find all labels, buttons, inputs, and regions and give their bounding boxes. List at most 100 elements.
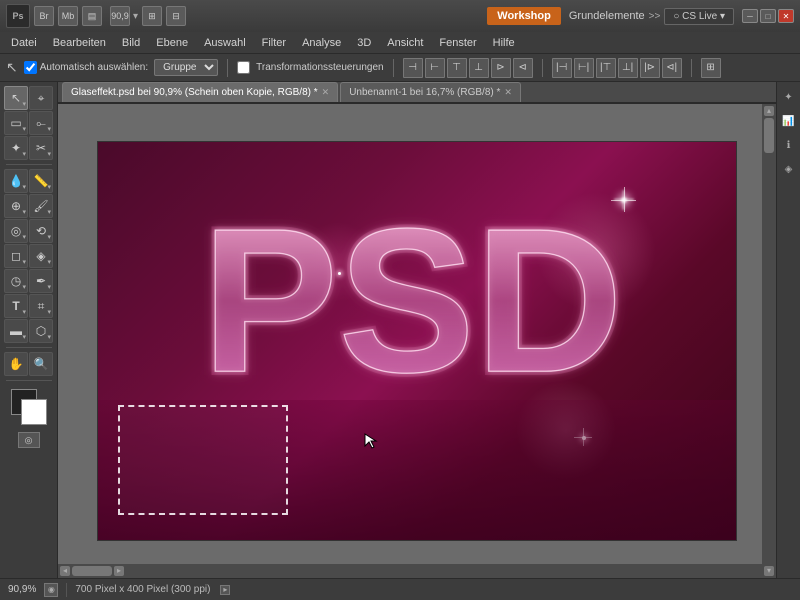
tab-unbenannt[interactable]: Unbenannt-1 bei 16,7% (RGB/8) * ✕ (340, 82, 521, 102)
zoom-tool[interactable]: 🔍 (29, 352, 53, 376)
menu-hilfe[interactable]: Hilfe (486, 35, 522, 51)
ruler-icon: 📏 (34, 174, 49, 188)
eraser-tool[interactable]: ◻ ▾ (4, 244, 28, 268)
background-color[interactable] (21, 399, 47, 425)
canvas-viewport[interactable]: PSD PSD PSD (58, 104, 776, 578)
dodge-tool[interactable]: ◷ ▾ (4, 269, 28, 293)
align-center-h-button[interactable]: ⊢ (425, 58, 445, 78)
horizontal-scrollbar[interactable]: ◂ ▸ (58, 564, 762, 578)
auto-select-dropdown[interactable]: Gruppe Ebene (154, 59, 218, 76)
align-top-button[interactable]: ⊥ (469, 58, 489, 78)
crop-tool[interactable]: ✂ ▾ (29, 136, 53, 160)
align-right-button[interactable]: ⊤ (447, 58, 467, 78)
scrollbar-left-arrow[interactable]: ◂ (60, 566, 70, 576)
menu-3d[interactable]: 3D (350, 35, 378, 51)
history-tool[interactable]: ⟲ ▾ (29, 219, 53, 243)
marquee-tool[interactable]: ▭ ▾ (4, 111, 28, 135)
close-button[interactable]: ✕ (778, 9, 794, 23)
pen-tool[interactable]: ✒ ▾ (29, 269, 53, 293)
eyedropper-icon: 💧 (9, 174, 24, 188)
menu-bar: Datei Bearbeiten Bild Ebene Auswahl Filt… (0, 32, 800, 54)
distribute-bottom-button[interactable]: ⊲| (662, 58, 682, 78)
maximize-button[interactable]: □ (760, 9, 776, 23)
type-tool[interactable]: T ▾ (4, 294, 28, 318)
mb-button[interactable]: Mb (58, 6, 78, 26)
scrollbar-right-arrow[interactable]: ▸ (114, 566, 124, 576)
view-button[interactable]: ⊞ (142, 6, 162, 26)
color-boxes (11, 389, 47, 425)
move-tool[interactable]: ↖ ▾ (4, 86, 28, 110)
workspace-button[interactable]: Workshop (487, 7, 561, 25)
panel-layers-button[interactable]: ◈ (780, 160, 798, 178)
main-layout: ↖ ▾ ⌖ ▭ ▾ ⟜ ▾ ✦ ▾ ✂ ▾ (0, 82, 800, 578)
zoom-display[interactable]: 90,9 (110, 6, 130, 26)
tab-glaseffekt[interactable]: Glaseffekt.psd bei 90,9% (Schein oben Ko… (62, 82, 338, 102)
ruler-tool[interactable]: 📏 ▾ (29, 169, 53, 193)
scrollbar-thumb-h[interactable] (72, 566, 112, 576)
spot-heal-tool[interactable]: ⊕ ▾ (4, 194, 28, 218)
tool-separator-1 (6, 164, 52, 165)
auto-select-input[interactable] (24, 61, 37, 74)
auto-select-checkbox[interactable]: Automatisch auswählen: (24, 61, 148, 74)
wand-icon: ✦ (11, 141, 21, 155)
menu-bild[interactable]: Bild (115, 35, 147, 51)
layout-button[interactable]: ▤ (82, 6, 102, 26)
rect-shape-tool[interactable]: ▬ ▾ (4, 319, 28, 343)
custom-shape-tool[interactable]: ⬡ ▾ (29, 319, 53, 343)
menu-analyse[interactable]: Analyse (295, 35, 348, 51)
path-icon: ⌗ (38, 299, 45, 314)
menu-fenster[interactable]: Fenster (432, 35, 483, 51)
more-button[interactable]: >> (649, 11, 661, 22)
lasso-tool[interactable]: ⟜ ▾ (29, 111, 53, 135)
panel-info-button[interactable]: ℹ (780, 136, 798, 154)
options-divider-1 (227, 59, 228, 77)
panel-histogram-button[interactable]: 📊 (780, 112, 798, 130)
br-button[interactable]: Br (34, 6, 54, 26)
crop-icon: ✂ (36, 141, 46, 155)
menu-ebene[interactable]: Ebene (149, 35, 195, 51)
distribute-right-button[interactable]: |⊤ (596, 58, 616, 78)
transform-checkbox[interactable] (237, 61, 250, 74)
psd-glass-text: PSD PSD PSD (128, 152, 706, 432)
options-divider-3 (542, 59, 543, 77)
scrollbar-thumb-v[interactable] (764, 118, 774, 153)
arrange-button[interactable]: ⊟ (166, 6, 186, 26)
panel-compass-button[interactable]: ✦ (780, 88, 798, 106)
align-center-v-button[interactable]: ⊳ (491, 58, 511, 78)
align-left-button[interactable]: ⊣ (403, 58, 423, 78)
menu-auswahl[interactable]: Auswahl (197, 35, 253, 51)
gradient-tool[interactable]: ◈ ▾ (29, 244, 53, 268)
minimize-button[interactable]: ─ (742, 9, 758, 23)
menu-datei[interactable]: Datei (4, 35, 44, 51)
quick-mask-button[interactable]: ◎ (18, 432, 40, 448)
zoom-info-button[interactable]: ◉ (44, 583, 58, 597)
tool-separator-3 (6, 380, 52, 381)
distribute-left-button[interactable]: |⊣ (552, 58, 572, 78)
clone-tool[interactable]: ◎ ▾ (4, 219, 28, 243)
path-tool[interactable]: ⌗ ▾ (29, 294, 53, 318)
align-bottom-button[interactable]: ⊲ (513, 58, 533, 78)
scrollbar-up-arrow[interactable]: ▴ (764, 106, 774, 116)
auto-align-button[interactable]: ⊞ (701, 58, 721, 78)
tab-unbenannt-close[interactable]: ✕ (504, 87, 512, 98)
brush-tool[interactable]: 🖌 ▾ (29, 194, 53, 218)
eyedropper-tool[interactable]: 💧 ▾ (4, 169, 28, 193)
psd-svg: PSD PSD PSD (128, 167, 706, 417)
cs-live-button[interactable]: ○ CS Live ▾ (664, 8, 734, 25)
vertical-scrollbar[interactable]: ▴ ▾ (762, 104, 776, 578)
tab-glaseffekt-close[interactable]: ✕ (322, 87, 330, 98)
distribute-top-button[interactable]: ⊥| (618, 58, 638, 78)
menu-ansicht[interactable]: Ansicht (380, 35, 430, 51)
distribute-center-v-button[interactable]: |⊳ (640, 58, 660, 78)
distribute-center-h-button[interactable]: ⊢| (574, 58, 594, 78)
wand-tool[interactable]: ✦ ▾ (4, 136, 28, 160)
menu-bearbeiten[interactable]: Bearbeiten (46, 35, 113, 51)
menu-filter[interactable]: Filter (255, 35, 293, 51)
zoom-dropdown[interactable]: ▾ (133, 11, 138, 22)
scrollbar-down-arrow[interactable]: ▾ (764, 566, 774, 576)
hand-tool[interactable]: ✋ (4, 352, 28, 376)
status-next-button[interactable]: ▸ (220, 585, 230, 595)
svg-text:PSD: PSD (202, 186, 624, 415)
options-bar: ↖ Automatisch auswählen: Gruppe Ebene Tr… (0, 54, 800, 82)
artboard-tool[interactable]: ⌖ (29, 86, 53, 110)
